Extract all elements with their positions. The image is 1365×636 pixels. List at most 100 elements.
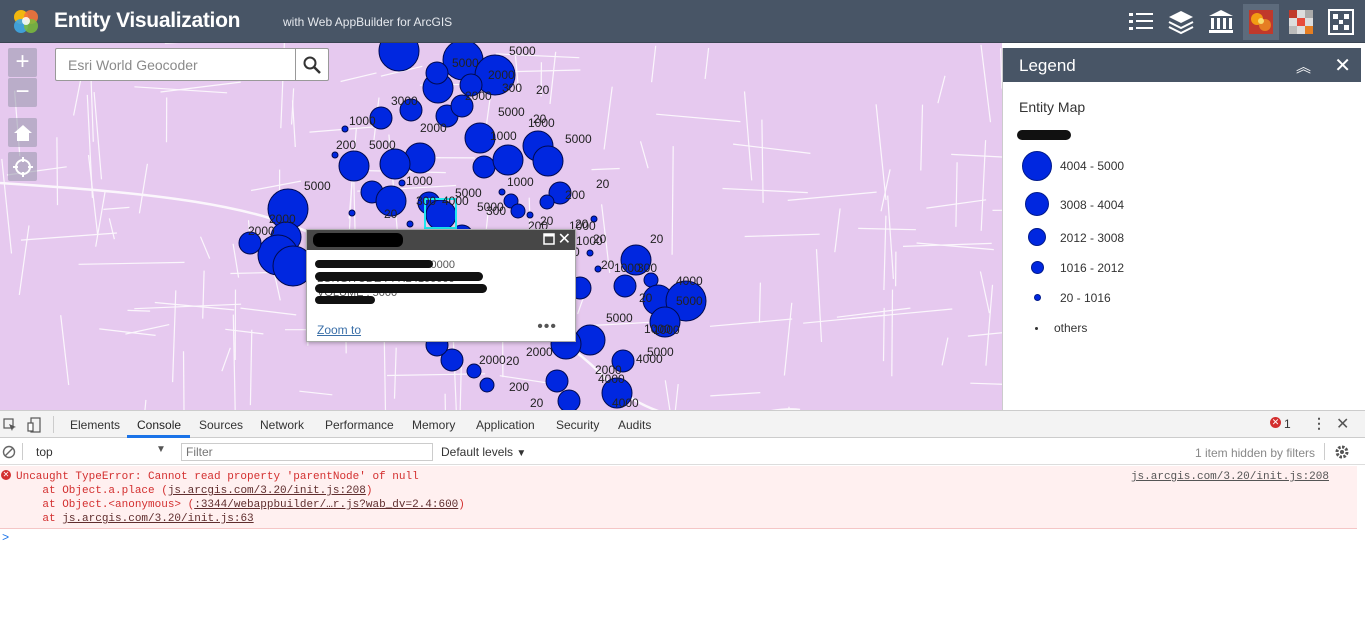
value-label: 20 [596,177,610,191]
dropdown-arrow-icon[interactable]: ▼ [156,444,166,455]
more-actions-button[interactable]: ••• [537,318,557,336]
entity-point[interactable] [338,150,370,182]
street-line [920,104,924,171]
stack-frame: at js.arcgis.com/3.20/init.js:63 [16,513,254,525]
layers-button[interactable] [1163,4,1199,40]
entity-point[interactable] [472,155,496,179]
street-line [18,225,30,295]
tab-network[interactable]: Network [260,418,304,432]
map-canvas[interactable]: 500050002000300 203000 200010005000 202000 1… [0,43,1002,410]
entity-point[interactable] [539,194,555,210]
entity-point[interactable] [498,188,506,196]
entity-point[interactable] [406,220,414,228]
entity-point[interactable] [526,211,534,219]
zoom-to-link[interactable]: Zoom to [317,323,361,337]
entity-point[interactable] [479,377,495,393]
context-selector[interactable]: top [36,445,53,459]
divider [53,416,54,433]
street-line [549,51,557,105]
street-line [138,163,148,214]
entity-point[interactable] [348,209,356,217]
zoom-out-button[interactable]: − [8,78,37,107]
entity-point[interactable] [510,203,526,219]
tile-icon [1328,9,1354,35]
tab-audits[interactable]: Audits [618,418,651,432]
entity-point[interactable] [341,125,349,133]
redaction-mark [315,260,433,268]
tab-console[interactable]: Console [137,418,181,432]
heatmap-icon [1249,10,1273,34]
search-input[interactable] [56,49,296,80]
value-label: 300 [416,194,436,208]
legend-symbol [1034,294,1041,301]
entity-point[interactable] [331,151,339,159]
street-line [744,233,820,238]
value-label: 2000 [248,224,275,238]
street-line [743,91,753,181]
entity-point[interactable] [586,249,594,257]
maximize-icon[interactable] [543,233,555,245]
device-toolbar-icon[interactable] [27,417,41,433]
legend-list-button[interactable] [1123,4,1159,40]
value-label: 5000 [676,294,703,308]
entity-point[interactable] [425,61,449,85]
entity-point[interactable] [398,179,406,187]
value-label: 1000 [507,175,534,189]
inspect-element-icon[interactable] [3,418,17,432]
console-prompt[interactable]: > [2,531,9,545]
map-view[interactable]: 5000 5000 2000 300 20 3000 2000 1000 5000 20 2000 1… [0,43,1002,410]
zoom-in-button[interactable]: + [8,48,37,77]
entity-point[interactable] [545,369,569,393]
tab-elements[interactable]: Elements [70,418,120,432]
grid-button[interactable] [1283,4,1319,40]
stack-link[interactable]: js.arcgis.com/3.20/init.js:63 [62,513,253,525]
clear-console-icon[interactable] [2,445,16,459]
legend-label: 20 - 1016 [1060,291,1111,305]
entity-point[interactable] [378,43,420,72]
value-label: 5000 [452,56,479,70]
more-menu-icon[interactable]: ⋮ [1312,415,1326,432]
active-tab-indicator [127,435,190,438]
heatmap-button[interactable] [1243,4,1279,40]
my-location-button[interactable] [8,152,37,181]
tab-sources[interactable]: Sources [199,418,243,432]
error-source-link[interactable]: js.arcgis.com/3.20/init.js:208 [1131,471,1329,483]
error-count[interactable]: 1 [1284,417,1291,431]
entity-point[interactable] [532,145,564,177]
legend-close-button[interactable]: ✕ [1334,53,1351,78]
stack-link[interactable]: js.arcgis.com/3.20/init.js:208 [168,485,366,497]
street-line [299,390,333,396]
street-line [639,141,649,169]
console-filter-input[interactable] [181,443,433,461]
popup-close-button[interactable]: ✕ [558,230,571,250]
street-line [202,270,205,319]
street-line [444,393,446,410]
home-button[interactable] [8,118,37,147]
legend-label: 2012 - 3008 [1060,231,1125,245]
street-line [733,143,811,154]
tab-application[interactable]: Application [476,418,535,432]
devtools-close-button[interactable]: ✕ [1336,414,1349,434]
info-popup: ✕ LATITUDE : 28.5658730000 LONGITUDE : 7… [306,229,576,342]
tab-performance[interactable]: Performance [325,418,394,432]
street-line [221,347,231,372]
geocoder-search [55,48,329,81]
street-line [815,249,823,343]
entity-point[interactable] [492,144,524,176]
basemap-gallery-button[interactable] [1203,4,1239,40]
tile-button[interactable] [1323,4,1359,40]
value-label: 5000 [565,132,592,146]
stack-link[interactable]: :3344/webappbuilder/…r.js?wab_dv=2.4:600 [194,499,458,511]
entity-point[interactable] [557,389,581,410]
settings-gear-icon[interactable] [1334,444,1350,460]
error-badge-icon[interactable]: ✕ [1270,417,1281,428]
log-levels-dropdown[interactable]: Default levels ▼ [441,445,526,459]
search-button[interactable] [295,49,328,80]
street-line [704,47,710,79]
street-line [199,236,211,259]
value-label: 20 [650,232,664,246]
collapse-icon[interactable]: ︽ [1296,56,1311,77]
entity-point[interactable] [613,274,637,298]
tab-memory[interactable]: Memory [412,418,455,432]
tab-security[interactable]: Security [556,418,599,432]
